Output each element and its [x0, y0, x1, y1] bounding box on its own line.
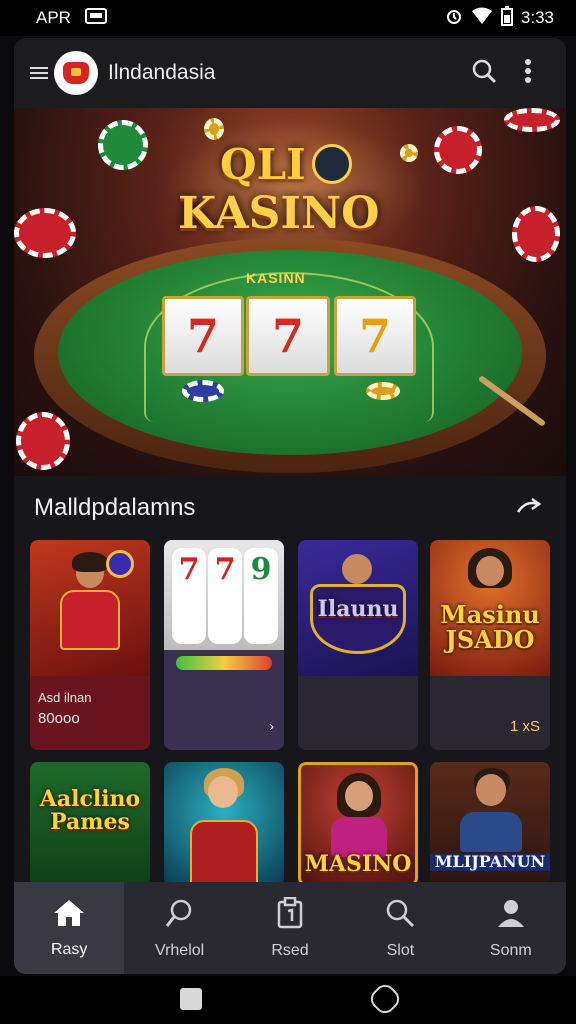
game-thumbnail: 7 7 9	[164, 540, 284, 650]
chip-icon	[434, 126, 482, 174]
hero-title-line1: QLI	[220, 140, 306, 189]
hero-banner[interactable]: KASINN QLI KASINO 7 7 7	[14, 108, 566, 476]
game-card[interactable]: Masinu JSADO 1 xS	[430, 540, 550, 750]
nav-label: Rsed	[271, 941, 309, 959]
game-card[interactable]: Asd ilnan 80ooo	[30, 540, 150, 750]
chip-icon	[366, 382, 400, 400]
search-icon	[164, 897, 196, 934]
chip-icon	[204, 118, 224, 140]
nav-label: Rasy	[50, 940, 88, 958]
more-button[interactable]	[506, 51, 550, 95]
game-thumbnail: Ilaunu	[298, 540, 418, 676]
chip-icon	[504, 108, 560, 132]
nav-label: Slot	[386, 941, 415, 959]
game-subtitle: Asd ilnan	[38, 690, 92, 705]
profile-icon	[496, 897, 526, 934]
chip-icon	[400, 144, 418, 162]
status-time: 3:33	[520, 8, 554, 27]
menu-icon[interactable]	[30, 67, 48, 79]
app-bar: Ilndandasia	[14, 38, 566, 108]
game-thumbnail: Masinu JSADO	[430, 540, 550, 676]
chip-icon	[182, 380, 224, 402]
wifi-icon	[471, 7, 493, 30]
battery-icon	[500, 5, 513, 31]
app-title: Ilndandasia	[108, 61, 216, 84]
nav-label: Vrhelol	[155, 941, 205, 959]
system-nav-bar	[0, 976, 576, 1024]
arrow-icon[interactable]	[516, 496, 542, 521]
game-art-title: Masinu JSADO	[440, 600, 540, 655]
nav-item-home[interactable]: Rasy	[14, 882, 125, 974]
game-thumbnail	[164, 762, 284, 886]
game-card[interactable]: 7 7 9 ›	[164, 540, 284, 750]
search-icon	[384, 897, 416, 934]
nav-item-slot[interactable]: Slot	[345, 882, 455, 974]
game-thumbnail: MASINO	[301, 765, 415, 883]
status-left-label: APR	[36, 8, 71, 27]
bottom-nav: Rasy Vrhelol Rsed Slot Sonm	[14, 882, 566, 974]
table-label: KASINN	[246, 270, 306, 286]
slot-reel: 7	[162, 296, 244, 376]
progress-bar	[176, 656, 272, 670]
game-art-title: Aalclino Pames	[39, 786, 141, 836]
chip-icon	[14, 208, 76, 258]
slot-reel: 7	[246, 296, 330, 376]
app-window: Ilndandasia KASINN QLI KASINO 7 7 7 Mall…	[14, 38, 566, 974]
chip-icon	[98, 120, 148, 170]
section-title: Malldpdalamns	[34, 494, 196, 521]
nav-item-card[interactable]: Rsed	[235, 882, 345, 974]
alarm-icon	[445, 7, 463, 30]
title-emblem-icon	[312, 144, 352, 184]
hero-title-line2: KASINO	[178, 188, 380, 239]
game-value: 80ooo	[38, 710, 80, 727]
card-icon	[276, 896, 304, 934]
home-button-icon[interactable]	[366, 980, 404, 1018]
search-icon	[470, 57, 498, 90]
recents-icon[interactable]	[180, 988, 202, 1010]
game-card[interactable]: MLIJPANUN	[430, 762, 550, 886]
game-card[interactable]	[164, 762, 284, 886]
game-art-title: MLIJPANUN	[430, 853, 550, 871]
nav-item-profile[interactable]: Sonm	[456, 882, 566, 974]
nav-item-search[interactable]: Vrhelol	[124, 882, 234, 974]
chevron-right-icon[interactable]: ›	[269, 718, 274, 735]
home-icon	[52, 898, 86, 933]
game-card[interactable]: Aalclino Pames	[30, 762, 150, 886]
game-card[interactable]: Ilaunu	[298, 540, 418, 750]
game-thumbnail: Aalclino Pames	[30, 762, 150, 886]
chip-icon	[512, 206, 560, 262]
app-logo[interactable]	[54, 51, 98, 95]
game-art-title: Ilaunu	[317, 596, 399, 622]
search-button[interactable]	[462, 51, 506, 95]
nav-label: Sonm	[489, 941, 532, 959]
game-thumbnail	[30, 540, 150, 676]
status-bar: APR 3:33	[0, 0, 576, 36]
more-vert-icon	[524, 58, 532, 89]
card-icon	[84, 7, 107, 29]
game-thumbnail: MLIJPANUN	[430, 762, 550, 886]
slot-reel: 7	[334, 296, 416, 376]
game-art-title: MASINO	[304, 851, 412, 877]
game-meta: 1 xS	[509, 718, 540, 735]
chip-icon	[16, 412, 70, 470]
section-header: Malldpdalamns	[14, 486, 566, 530]
game-card[interactable]: MASINO	[298, 762, 418, 886]
